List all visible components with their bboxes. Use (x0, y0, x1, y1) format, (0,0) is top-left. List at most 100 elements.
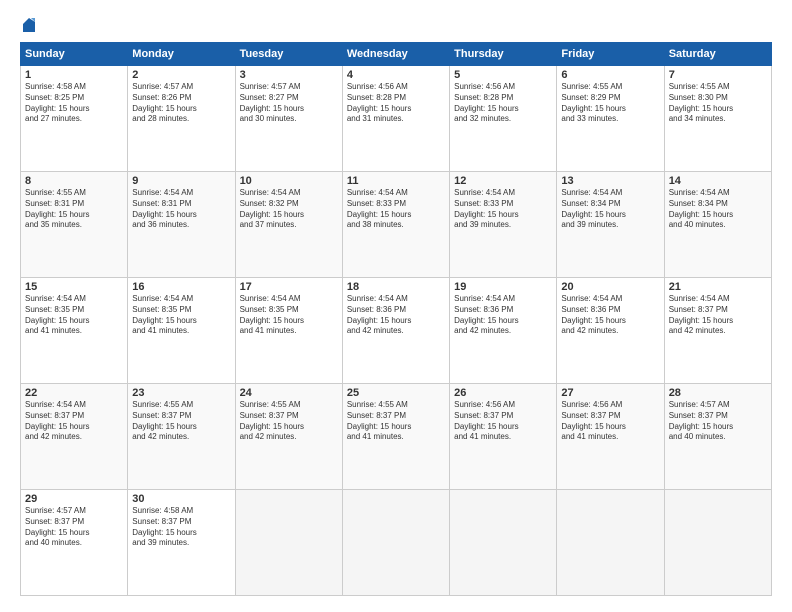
calendar-cell: 2Sunrise: 4:57 AM Sunset: 8:26 PM Daylig… (128, 66, 235, 172)
day-info: Sunrise: 4:54 AM Sunset: 8:36 PM Dayligh… (561, 294, 659, 337)
logo-icon (21, 16, 37, 32)
day-number: 29 (25, 493, 123, 505)
calendar-body: 1Sunrise: 4:58 AM Sunset: 8:25 PM Daylig… (21, 66, 772, 596)
logo (20, 16, 38, 32)
day-number: 6 (561, 69, 659, 81)
day-header-sunday: Sunday (21, 43, 128, 66)
day-info: Sunrise: 4:57 AM Sunset: 8:37 PM Dayligh… (669, 400, 767, 443)
calendar-cell: 22Sunrise: 4:54 AM Sunset: 8:37 PM Dayli… (21, 384, 128, 490)
day-info: Sunrise: 4:54 AM Sunset: 8:32 PM Dayligh… (240, 188, 338, 231)
day-info: Sunrise: 4:54 AM Sunset: 8:36 PM Dayligh… (347, 294, 445, 337)
calendar-cell: 14Sunrise: 4:54 AM Sunset: 8:34 PM Dayli… (664, 172, 771, 278)
calendar-week-row: 1Sunrise: 4:58 AM Sunset: 8:25 PM Daylig… (21, 66, 772, 172)
calendar-cell: 26Sunrise: 4:56 AM Sunset: 8:37 PM Dayli… (450, 384, 557, 490)
calendar-cell: 16Sunrise: 4:54 AM Sunset: 8:35 PM Dayli… (128, 278, 235, 384)
day-number: 22 (25, 387, 123, 399)
day-info: Sunrise: 4:54 AM Sunset: 8:35 PM Dayligh… (25, 294, 123, 337)
day-info: Sunrise: 4:54 AM Sunset: 8:35 PM Dayligh… (240, 294, 338, 337)
day-info: Sunrise: 4:54 AM Sunset: 8:33 PM Dayligh… (347, 188, 445, 231)
day-info: Sunrise: 4:58 AM Sunset: 8:37 PM Dayligh… (132, 506, 230, 549)
day-number: 11 (347, 175, 445, 187)
calendar-week-row: 22Sunrise: 4:54 AM Sunset: 8:37 PM Dayli… (21, 384, 772, 490)
calendar-cell: 3Sunrise: 4:57 AM Sunset: 8:27 PM Daylig… (235, 66, 342, 172)
day-number: 7 (669, 69, 767, 81)
day-number: 21 (669, 281, 767, 293)
day-number: 20 (561, 281, 659, 293)
calendar-cell: 27Sunrise: 4:56 AM Sunset: 8:37 PM Dayli… (557, 384, 664, 490)
day-number: 5 (454, 69, 552, 81)
calendar-cell: 4Sunrise: 4:56 AM Sunset: 8:28 PM Daylig… (342, 66, 449, 172)
day-info: Sunrise: 4:56 AM Sunset: 8:37 PM Dayligh… (454, 400, 552, 443)
day-number: 16 (132, 281, 230, 293)
calendar-cell (342, 490, 449, 596)
calendar-cell: 24Sunrise: 4:55 AM Sunset: 8:37 PM Dayli… (235, 384, 342, 490)
calendar-cell: 18Sunrise: 4:54 AM Sunset: 8:36 PM Dayli… (342, 278, 449, 384)
calendar-cell: 5Sunrise: 4:56 AM Sunset: 8:28 PM Daylig… (450, 66, 557, 172)
day-number: 28 (669, 387, 767, 399)
day-number: 13 (561, 175, 659, 187)
calendar-cell: 12Sunrise: 4:54 AM Sunset: 8:33 PM Dayli… (450, 172, 557, 278)
day-number: 25 (347, 387, 445, 399)
day-info: Sunrise: 4:54 AM Sunset: 8:37 PM Dayligh… (25, 400, 123, 443)
day-number: 27 (561, 387, 659, 399)
day-info: Sunrise: 4:54 AM Sunset: 8:33 PM Dayligh… (454, 188, 552, 231)
calendar-cell: 17Sunrise: 4:54 AM Sunset: 8:35 PM Dayli… (235, 278, 342, 384)
calendar-cell: 1Sunrise: 4:58 AM Sunset: 8:25 PM Daylig… (21, 66, 128, 172)
day-header-tuesday: Tuesday (235, 43, 342, 66)
day-info: Sunrise: 4:55 AM Sunset: 8:30 PM Dayligh… (669, 82, 767, 125)
day-info: Sunrise: 4:57 AM Sunset: 8:26 PM Dayligh… (132, 82, 230, 125)
header (20, 16, 772, 32)
calendar-week-row: 15Sunrise: 4:54 AM Sunset: 8:35 PM Dayli… (21, 278, 772, 384)
calendar-cell: 10Sunrise: 4:54 AM Sunset: 8:32 PM Dayli… (235, 172, 342, 278)
day-info: Sunrise: 4:57 AM Sunset: 8:27 PM Dayligh… (240, 82, 338, 125)
calendar-cell (235, 490, 342, 596)
calendar-cell: 8Sunrise: 4:55 AM Sunset: 8:31 PM Daylig… (21, 172, 128, 278)
calendar-cell: 25Sunrise: 4:55 AM Sunset: 8:37 PM Dayli… (342, 384, 449, 490)
day-header-monday: Monday (128, 43, 235, 66)
calendar-cell: 7Sunrise: 4:55 AM Sunset: 8:30 PM Daylig… (664, 66, 771, 172)
day-number: 3 (240, 69, 338, 81)
day-info: Sunrise: 4:54 AM Sunset: 8:34 PM Dayligh… (669, 188, 767, 231)
calendar-cell: 30Sunrise: 4:58 AM Sunset: 8:37 PM Dayli… (128, 490, 235, 596)
day-info: Sunrise: 4:54 AM Sunset: 8:36 PM Dayligh… (454, 294, 552, 337)
day-info: Sunrise: 4:54 AM Sunset: 8:31 PM Dayligh… (132, 188, 230, 231)
day-number: 12 (454, 175, 552, 187)
calendar-cell: 20Sunrise: 4:54 AM Sunset: 8:36 PM Dayli… (557, 278, 664, 384)
day-header-friday: Friday (557, 43, 664, 66)
calendar-cell: 28Sunrise: 4:57 AM Sunset: 8:37 PM Dayli… (664, 384, 771, 490)
day-number: 24 (240, 387, 338, 399)
calendar-cell: 29Sunrise: 4:57 AM Sunset: 8:37 PM Dayli… (21, 490, 128, 596)
calendar-cell: 11Sunrise: 4:54 AM Sunset: 8:33 PM Dayli… (342, 172, 449, 278)
day-number: 17 (240, 281, 338, 293)
calendar-week-row: 8Sunrise: 4:55 AM Sunset: 8:31 PM Daylig… (21, 172, 772, 278)
day-info: Sunrise: 4:54 AM Sunset: 8:37 PM Dayligh… (669, 294, 767, 337)
day-number: 10 (240, 175, 338, 187)
day-number: 8 (25, 175, 123, 187)
day-info: Sunrise: 4:56 AM Sunset: 8:37 PM Dayligh… (561, 400, 659, 443)
day-number: 4 (347, 69, 445, 81)
day-header-wednesday: Wednesday (342, 43, 449, 66)
day-info: Sunrise: 4:55 AM Sunset: 8:29 PM Dayligh… (561, 82, 659, 125)
day-info: Sunrise: 4:58 AM Sunset: 8:25 PM Dayligh… (25, 82, 123, 125)
day-info: Sunrise: 4:56 AM Sunset: 8:28 PM Dayligh… (454, 82, 552, 125)
day-info: Sunrise: 4:55 AM Sunset: 8:37 PM Dayligh… (240, 400, 338, 443)
day-number: 18 (347, 281, 445, 293)
calendar-table: SundayMondayTuesdayWednesdayThursdayFrid… (20, 42, 772, 596)
calendar-header-row: SundayMondayTuesdayWednesdayThursdayFrid… (21, 43, 772, 66)
calendar-cell: 6Sunrise: 4:55 AM Sunset: 8:29 PM Daylig… (557, 66, 664, 172)
calendar-week-row: 29Sunrise: 4:57 AM Sunset: 8:37 PM Dayli… (21, 490, 772, 596)
day-info: Sunrise: 4:54 AM Sunset: 8:34 PM Dayligh… (561, 188, 659, 231)
calendar-cell: 9Sunrise: 4:54 AM Sunset: 8:31 PM Daylig… (128, 172, 235, 278)
day-number: 15 (25, 281, 123, 293)
day-info: Sunrise: 4:56 AM Sunset: 8:28 PM Dayligh… (347, 82, 445, 125)
day-header-thursday: Thursday (450, 43, 557, 66)
day-info: Sunrise: 4:54 AM Sunset: 8:35 PM Dayligh… (132, 294, 230, 337)
day-number: 9 (132, 175, 230, 187)
day-number: 14 (669, 175, 767, 187)
day-number: 26 (454, 387, 552, 399)
day-number: 2 (132, 69, 230, 81)
day-number: 30 (132, 493, 230, 505)
calendar-cell: 13Sunrise: 4:54 AM Sunset: 8:34 PM Dayli… (557, 172, 664, 278)
day-number: 1 (25, 69, 123, 81)
calendar-cell (664, 490, 771, 596)
